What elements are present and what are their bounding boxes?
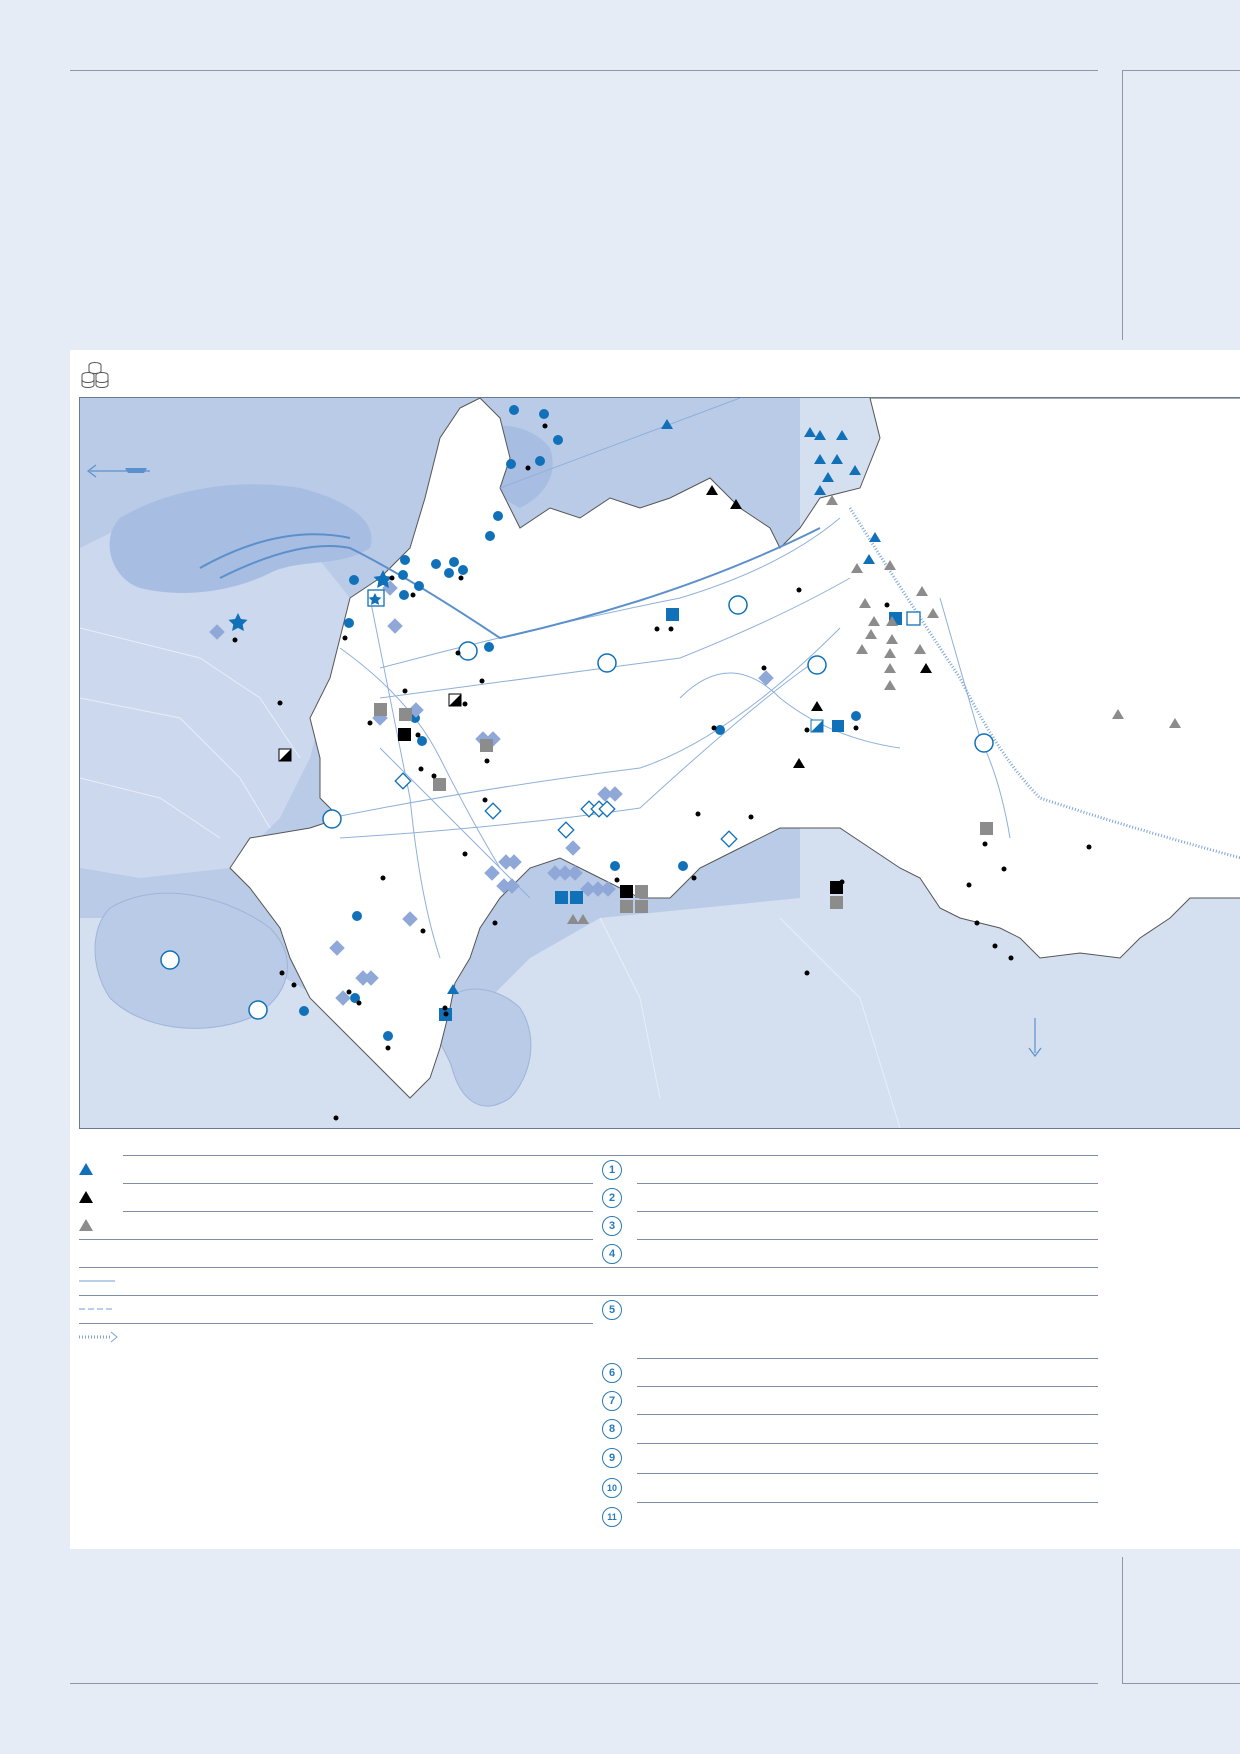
number-badge-11: 11 xyxy=(602,1507,622,1527)
bottom-rule xyxy=(70,1683,1098,1684)
legend-row-9: 9 xyxy=(593,1443,1098,1471)
legend-row-pipeline-solid xyxy=(79,1267,593,1295)
legend-row-gray-triangle xyxy=(79,1211,593,1239)
number-badge-1: 1 xyxy=(602,1160,622,1180)
top-right-vertical-rule xyxy=(1122,70,1123,340)
database-stack-icon xyxy=(81,362,109,389)
number-badge-9: 9 xyxy=(602,1448,622,1468)
legend-row-10: 10 xyxy=(593,1473,1098,1501)
blue-triangle-icon xyxy=(79,1163,93,1175)
legend-row-8: 8 xyxy=(593,1414,1098,1442)
top-right-corner-rule xyxy=(1122,70,1240,71)
pipeline-arrow-icon xyxy=(79,1331,118,1343)
legend-row-pipeline-dashed xyxy=(79,1295,593,1323)
number-badge-7: 7 xyxy=(602,1391,622,1411)
gray-triangle-icon xyxy=(79,1219,93,1231)
number-badge-8: 8 xyxy=(602,1419,622,1439)
pipeline-dashed-icon xyxy=(79,1308,115,1310)
ship-icon xyxy=(125,468,147,473)
top-rule xyxy=(70,70,1098,71)
legend-row-blue-triangle xyxy=(79,1155,593,1183)
map-panel: 1 2 3 4 5 6 7 8 9 10 11 xyxy=(70,350,1240,1549)
legend-row-pipeline-arrow xyxy=(79,1323,593,1351)
pipeline-solid-icon xyxy=(79,1280,115,1282)
legend-row-black-triangle xyxy=(79,1183,593,1211)
number-badge-4: 4 xyxy=(602,1244,622,1264)
black-triangle-icon xyxy=(79,1191,93,1203)
map-canvas xyxy=(80,398,1240,1128)
legend-row-3: 3 xyxy=(593,1211,1098,1239)
number-badge-6: 6 xyxy=(602,1363,622,1383)
bottom-right-vertical-rule xyxy=(1122,1557,1123,1684)
number-badge-5: 5 xyxy=(602,1300,622,1320)
map xyxy=(79,397,1240,1129)
number-badge-3: 3 xyxy=(602,1216,622,1236)
legend-row-blank xyxy=(79,1239,593,1267)
legend-row-6: 6 xyxy=(593,1358,1098,1386)
bottom-right-corner-rule xyxy=(1122,1683,1240,1684)
legend-row-2: 2 xyxy=(593,1183,1098,1211)
number-badge-10: 10 xyxy=(602,1478,622,1498)
legend-row-4: 4 xyxy=(593,1239,1098,1267)
legend-row-1: 1 xyxy=(593,1155,1098,1183)
number-badge-2: 2 xyxy=(602,1188,622,1208)
legend-row-7: 7 xyxy=(593,1386,1098,1414)
legend-row-5: 5 xyxy=(593,1267,1098,1323)
legend-row-11: 11 xyxy=(593,1502,1098,1530)
